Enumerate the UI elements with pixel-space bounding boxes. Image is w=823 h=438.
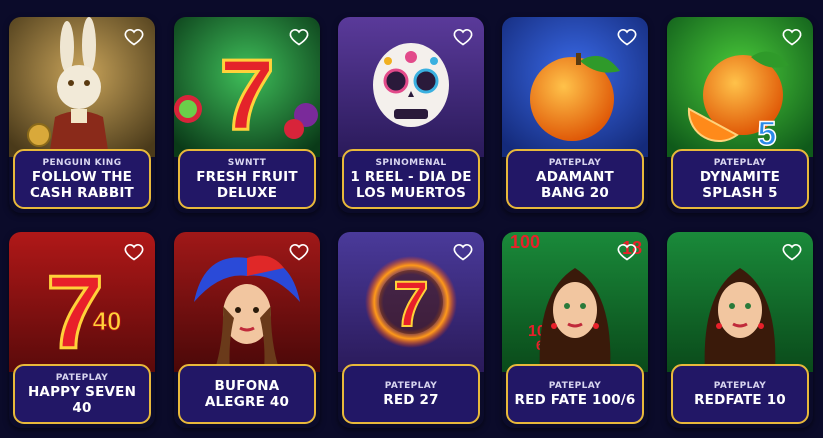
game-card[interactable]: 7 SWNTT FRESH FRUIT DELUXE (174, 17, 320, 213)
game-info-panel: PATEPLAY RED FATE 100/6 (506, 364, 644, 424)
favorite-heart-icon[interactable] (123, 26, 145, 48)
game-title: RED FATE 100/6 (514, 391, 636, 408)
game-info-panel: PATEPLAY DYNAMITE SPLASH 5 (671, 149, 809, 209)
game-card[interactable]: 100 18 100 6 PATEPLAY RED FATE 100/6 (502, 232, 648, 428)
favorite-heart-icon[interactable] (616, 26, 638, 48)
game-title: ADAMANT BANG 20 (536, 168, 614, 201)
game-info-panel: PATEPLAY ADAMANT BANG 20 (506, 149, 644, 209)
five-symbol: 5 (758, 115, 777, 153)
game-info-panel: SWNTT FRESH FRUIT DELUXE (178, 149, 316, 209)
favorite-heart-icon[interactable] (781, 241, 803, 263)
favorite-heart-icon[interactable] (288, 241, 310, 263)
game-title: FRESH FRUIT DELUXE (196, 168, 298, 201)
game-info-panel: PATEPLAY RED 27 (342, 364, 480, 424)
favorite-heart-icon[interactable] (452, 26, 474, 48)
game-title: FOLLOW THE CASH RABBIT (30, 168, 134, 201)
game-title: DYNAMITE SPLASH 5 (699, 168, 781, 201)
favorite-heart-icon[interactable] (123, 241, 145, 263)
game-grid: PENGUIN KING FOLLOW THE CASH RABBIT 7 SW… (0, 0, 823, 438)
favorite-heart-icon[interactable] (452, 241, 474, 263)
game-provider: PATEPLAY (713, 380, 767, 391)
game-title: REDFATE 10 (694, 391, 786, 408)
game-provider: SPINOMENAL (375, 157, 447, 168)
game-card[interactable]: PATEPLAY REDFATE 10 (667, 232, 813, 428)
game-card[interactable]: PENGUIN KING FOLLOW THE CASH RABBIT (9, 17, 155, 213)
game-provider: PATEPLAY (713, 157, 767, 168)
game-card[interactable]: 5 PATEPLAY DYNAMITE SPLASH 5 (667, 17, 813, 213)
game-card[interactable]: SPINOMENAL 1 REEL - DIA DE LOS MUERTOS (338, 17, 484, 213)
game-info-panel: PATEPLAY REDFATE 10 (671, 364, 809, 424)
game-provider: PENGUIN KING (42, 157, 122, 168)
favorite-heart-icon[interactable] (781, 26, 803, 48)
game-info-panel: PATEPLAY HAPPY SEVEN 40 (13, 364, 151, 424)
corner-number: 100 (510, 232, 540, 252)
game-info-panel: BUFONA ALEGRE 40 (178, 364, 316, 424)
game-info-panel: SPINOMENAL 1 REEL - DIA DE LOS MUERTOS (342, 149, 480, 209)
game-provider: PATEPLAY (548, 157, 602, 168)
forty-symbol: 40 (93, 306, 122, 336)
seven-symbol: 7 (219, 39, 275, 151)
game-title: BUFONA ALEGRE 40 (204, 378, 290, 410)
game-card[interactable]: 7 PATEPLAY RED 27 (338, 232, 484, 428)
game-title: 1 REEL - DIA DE LOS MUERTOS (350, 168, 472, 201)
game-title: RED 27 (383, 391, 439, 408)
favorite-heart-icon[interactable] (616, 241, 638, 263)
favorite-heart-icon[interactable] (288, 26, 310, 48)
game-info-panel: PENGUIN KING FOLLOW THE CASH RABBIT (13, 149, 151, 209)
game-card[interactable]: PATEPLAY ADAMANT BANG 20 (502, 17, 648, 213)
game-title: HAPPY SEVEN 40 (27, 383, 137, 416)
seven-symbol: 7 (393, 268, 429, 340)
game-card[interactable]: 7 40 PATEPLAY HAPPY SEVEN 40 (9, 232, 155, 428)
game-provider: PATEPLAY (55, 372, 109, 383)
game-provider: PATEPLAY (384, 380, 438, 391)
game-provider: SWNTT (227, 157, 267, 168)
game-provider: PATEPLAY (548, 380, 602, 391)
game-card[interactable]: BUFONA ALEGRE 40 (174, 232, 320, 428)
